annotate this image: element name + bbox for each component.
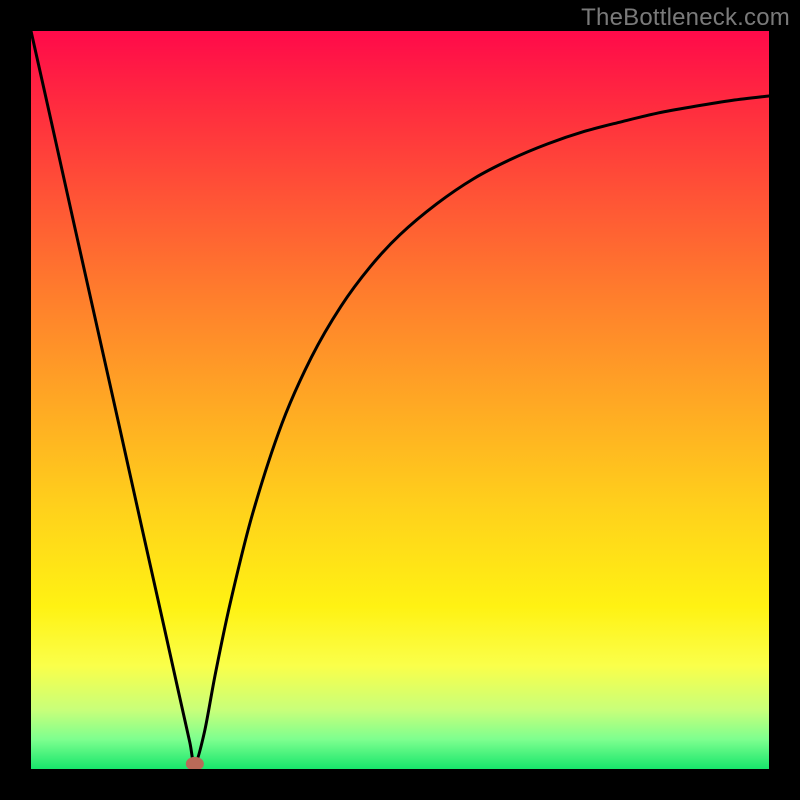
gradient-background [31, 31, 769, 769]
bottleneck-plot [31, 31, 769, 769]
watermark-text: TheBottleneck.com [581, 4, 790, 32]
chart-frame [31, 31, 769, 769]
